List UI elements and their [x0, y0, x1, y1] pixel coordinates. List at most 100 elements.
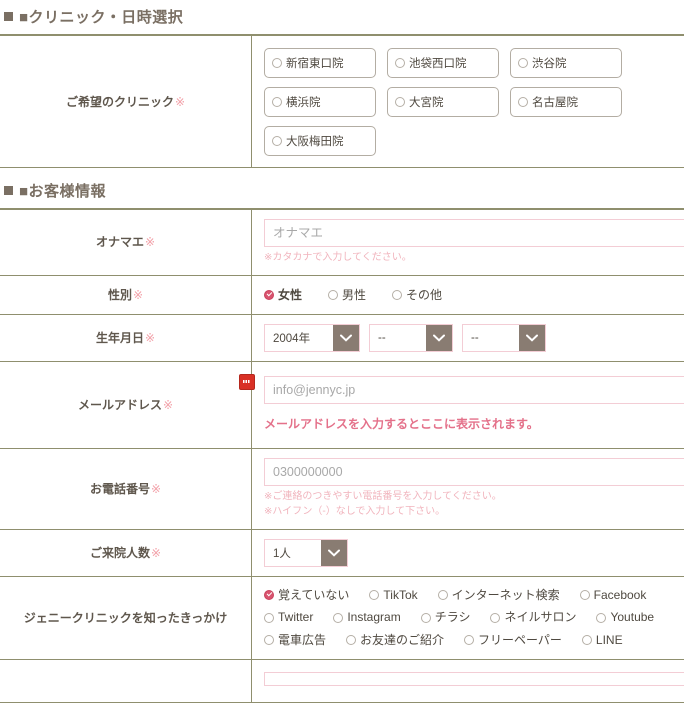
clinic-option-label: 大阪梅田院: [286, 133, 344, 149]
value-cell-clinic: 新宿東口院 池袋西口院 渋谷院 横浜院: [252, 36, 684, 168]
clinic-option-omiya[interactable]: 大宮院: [387, 87, 499, 117]
clinic-option-shinjuku-higashiguchi[interactable]: 新宿東口院: [264, 48, 376, 78]
value-cell-phone: ※ご連絡のつきやすい電話番号を入力してください。 ※ハイフン（-）なしで入力して…: [252, 448, 684, 529]
next-partial-input[interactable]: [264, 672, 684, 686]
birth-year-value: 2004年: [265, 325, 333, 351]
required-mark-email: ※: [163, 398, 173, 412]
phone-note-2: ※ハイフン（-）なしで入力して下さい。: [264, 504, 674, 520]
known-option-friend-referral[interactable]: お友達のご紹介: [346, 629, 444, 652]
known-option-label: LINE: [596, 629, 623, 652]
label-cell-phone: お電話番号※: [0, 448, 252, 529]
chevron-down-icon[interactable]: [519, 325, 545, 351]
radio-icon[interactable]: [392, 290, 402, 300]
known-from-line-2: Twitter Instagram チラシ ネイルサロン: [264, 606, 674, 629]
known-option-train-ad[interactable]: 電車広告: [264, 629, 326, 652]
label-birthday: 生年月日: [96, 331, 144, 345]
gender-option-label: 女性: [278, 286, 302, 303]
row-known-from: ジェニークリニックを知ったきっかけ 覚えていない TikTok: [0, 576, 684, 659]
clinic-option-label: 新宿東口院: [286, 55, 344, 71]
radio-icon[interactable]: [264, 613, 274, 623]
radio-icon[interactable]: [272, 58, 282, 68]
required-mark-name: ※: [145, 235, 155, 249]
required-mark-gender: ※: [133, 288, 143, 302]
clinic-option-label: 名古屋院: [532, 94, 578, 110]
label-gender: 性別: [108, 288, 132, 302]
radio-icon[interactable]: [518, 97, 528, 107]
label-cell-gender: 性別※: [0, 275, 252, 314]
known-option-line[interactable]: LINE: [582, 629, 623, 652]
customer-form-table: オナマエ※ ※カタカナで入力してください。 性別※ 女性: [0, 210, 684, 703]
clinic-option-shibuya[interactable]: 渋谷院: [510, 48, 622, 78]
gender-option-male[interactable]: 男性: [328, 286, 366, 303]
birth-year-select[interactable]: 2004年: [264, 324, 360, 352]
birth-day-select[interactable]: --: [462, 324, 546, 352]
gender-option-female[interactable]: 女性: [264, 286, 302, 303]
known-option-label: チラシ: [435, 606, 471, 629]
reservation-form-page: ■クリニック・日時選択 ご希望のクリニック※ 新宿東口院 池袋西口院: [0, 0, 684, 703]
known-option-instagram[interactable]: Instagram: [333, 606, 400, 629]
radio-icon[interactable]: [518, 58, 528, 68]
radio-icon[interactable]: [421, 613, 431, 623]
password-manager-icon[interactable]: [239, 374, 255, 390]
chevron-down-icon[interactable]: [333, 325, 359, 351]
known-option-nail-salon[interactable]: ネイルサロン: [490, 606, 576, 629]
chevron-down-icon[interactable]: [321, 540, 347, 566]
value-cell-email: メールアドレスを入力するとここに表示されます。: [252, 361, 684, 448]
known-option-label: 電車広告: [278, 629, 326, 652]
radio-icon[interactable]: [272, 97, 282, 107]
known-option-flyer[interactable]: チラシ: [421, 606, 471, 629]
row-email: メールアドレス※ メールアドレスを入力するとここに表示されます。: [0, 361, 684, 448]
clinic-option-nagoya[interactable]: 名古屋院: [510, 87, 622, 117]
radio-icon[interactable]: [333, 613, 343, 623]
gender-option-label: その他: [406, 286, 442, 303]
label-clinic: ご希望のクリニック: [66, 95, 174, 109]
section-heading-customer: ■お客様情報: [0, 168, 684, 208]
name-input[interactable]: [264, 219, 684, 247]
row-birthday: 生年月日※ 2004年 --: [0, 314, 684, 361]
radio-icon[interactable]: [395, 97, 405, 107]
clinic-option-label: 池袋西口院: [409, 55, 467, 71]
value-cell-visitors: 1人: [252, 529, 684, 576]
clinic-option-osaka-umeda[interactable]: 大阪梅田院: [264, 126, 376, 156]
row-clinic-choice: ご希望のクリニック※ 新宿東口院 池袋西口院 渋谷院: [0, 36, 684, 168]
required-mark-birthday: ※: [145, 331, 155, 345]
label-phone: お電話番号: [90, 482, 150, 496]
label-name: オナマエ: [96, 235, 144, 249]
label-known-from: ジェニークリニックを知ったきっかけ: [24, 611, 228, 625]
radio-icon[interactable]: [328, 290, 338, 300]
required-mark-clinic: ※: [175, 95, 185, 109]
gender-option-other[interactable]: その他: [392, 286, 442, 303]
birth-day-value: --: [463, 325, 519, 351]
known-option-free-paper[interactable]: フリーペーパー: [464, 629, 562, 652]
radio-icon[interactable]: [264, 635, 274, 645]
birth-month-select[interactable]: --: [369, 324, 453, 352]
known-option-twitter[interactable]: Twitter: [264, 606, 313, 629]
radio-icon[interactable]: [272, 136, 282, 146]
chevron-down-icon[interactable]: [426, 325, 452, 351]
known-option-label: お友達のご紹介: [360, 629, 444, 652]
gender-options: 女性 男性 その他: [264, 286, 674, 303]
radio-icon[interactable]: [395, 58, 405, 68]
known-option-youtube[interactable]: Youtube: [596, 606, 654, 629]
radio-icon[interactable]: [264, 290, 274, 300]
label-cell-visitors: ご来院人数※: [0, 529, 252, 576]
known-option-label: Twitter: [278, 606, 313, 629]
radio-icon[interactable]: [582, 635, 592, 645]
clinic-option-yokohama[interactable]: 横浜院: [264, 87, 376, 117]
section-title-clinic: ■クリニック・日時選択: [19, 6, 183, 27]
radio-icon[interactable]: [490, 613, 500, 623]
row-gender: 性別※ 女性 男性 その他: [0, 275, 684, 314]
radio-icon[interactable]: [596, 613, 606, 623]
radio-icon[interactable]: [464, 635, 474, 645]
visitors-select[interactable]: 1人: [264, 539, 348, 567]
email-input[interactable]: [264, 376, 684, 404]
radio-icon[interactable]: [346, 635, 356, 645]
phone-note-1: ※ご連絡のつきやすい電話番号を入力してください。: [264, 489, 674, 505]
clinic-option-label: 横浜院: [286, 94, 321, 110]
clinic-option-ikebukuro-nishiguchi[interactable]: 池袋西口院: [387, 48, 499, 78]
phone-input[interactable]: [264, 458, 684, 486]
visitors-value: 1人: [265, 540, 321, 566]
value-cell-next-partial: [252, 659, 684, 702]
square-bullet-icon: [4, 186, 13, 195]
label-cell-known-from: ジェニークリニックを知ったきっかけ: [0, 576, 252, 659]
